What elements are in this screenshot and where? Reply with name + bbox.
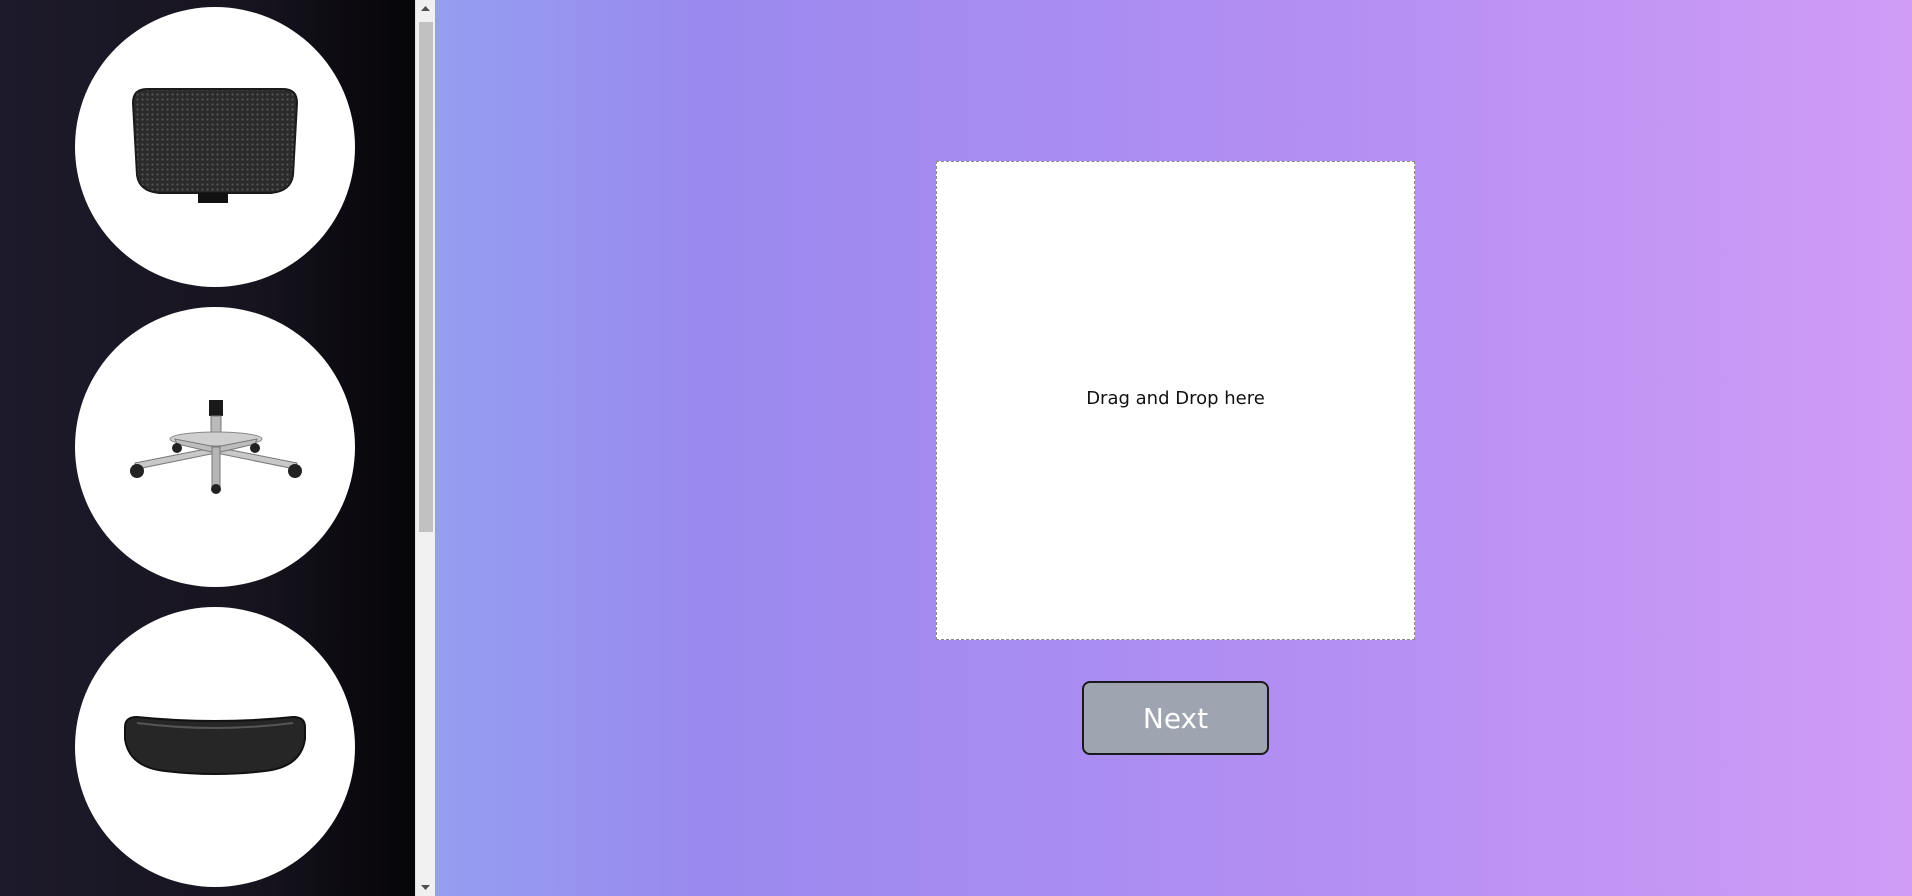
drop-zone-label: Drag and Drop here [1086, 388, 1265, 409]
chair-headrest-icon [131, 88, 299, 203]
scroll-up-arrow-icon[interactable] [416, 0, 435, 18]
part-base[interactable] [75, 307, 355, 587]
part-headrest[interactable] [75, 7, 355, 287]
scrollbar-thumb[interactable] [419, 22, 433, 532]
scroll-down-arrow-icon[interactable] [416, 878, 435, 896]
parts-sidebar[interactable] [0, 0, 415, 896]
next-button[interactable]: Next [1082, 681, 1269, 755]
app-root: Drag and Drop here Next [0, 0, 1912, 896]
chair-base-icon [130, 400, 302, 494]
drop-zone[interactable]: Drag and Drop here [936, 161, 1415, 640]
part-armrest-pad[interactable] [75, 607, 355, 887]
chair-armrest-pad-icon [124, 715, 306, 775]
sidebar-scrollbar[interactable] [415, 0, 435, 896]
